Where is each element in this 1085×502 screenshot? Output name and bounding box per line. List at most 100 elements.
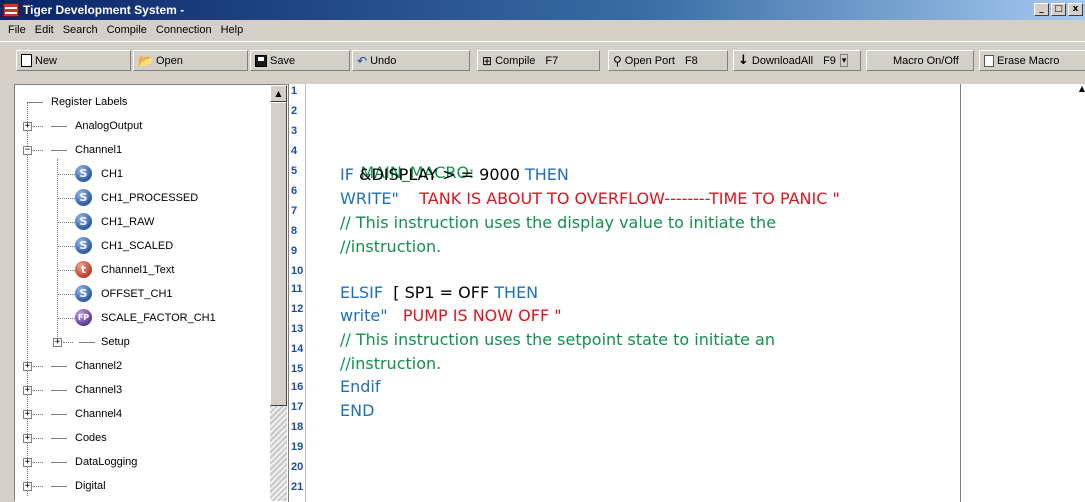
- minimize-button[interactable]: _: [1034, 3, 1049, 16]
- maximize-button[interactable]: □: [1051, 3, 1066, 16]
- save-button[interactable]: Save: [250, 50, 350, 71]
- tree-item-ch1-processed[interactable]: CH1_PROCESSED: [101, 188, 198, 208]
- tree-item-ch1-raw[interactable]: CH1_RAW: [101, 212, 154, 232]
- fp-register-icon: FP: [75, 309, 92, 326]
- open-button[interactable]: 📂 Open: [133, 50, 248, 71]
- expand-plus-icon[interactable]: +: [23, 362, 32, 371]
- erase-macro-icon: [984, 54, 994, 67]
- line-number: 16: [291, 381, 304, 393]
- new-button[interactable]: New: [16, 50, 131, 71]
- s-register-icon: S: [75, 285, 92, 302]
- line-number: 12: [291, 303, 304, 315]
- download-dropdown-arrow[interactable]: ▾: [839, 54, 849, 67]
- expand-plus-icon[interactable]: +: [23, 386, 32, 395]
- s-register-icon: S: [75, 189, 92, 206]
- scrollbar-track[interactable]: [270, 406, 287, 501]
- expand-plus-icon[interactable]: +: [23, 482, 32, 491]
- line-number: 5: [291, 165, 298, 177]
- register-tree-panel: Register Labels + AnalogOutput − Channel…: [14, 84, 288, 502]
- tree-item-channel3[interactable]: Channel3: [75, 380, 122, 400]
- compile-button[interactable]: ⊞ Compile F7: [477, 50, 600, 71]
- line-number: 14: [291, 343, 304, 355]
- tree-item-ch1-scaled[interactable]: CH1_SCALED: [101, 236, 173, 256]
- tree-item-offset-ch1[interactable]: OFFSET_CH1: [101, 284, 173, 304]
- scroll-up-arrow-icon[interactable]: ▲: [270, 85, 287, 102]
- line-number: 2: [291, 105, 298, 117]
- scroll-up-arrow-icon[interactable]: ▲: [1073, 84, 1085, 96]
- tree-item-codes[interactable]: Codes: [75, 428, 107, 448]
- menu-bar: File Edit Search Compile Connection Help: [0, 20, 1085, 40]
- code-comment: //instruction.: [340, 354, 442, 373]
- code-line: ELSIF [ SP1 = OFF THEN: [340, 283, 539, 302]
- register-tree: Register Labels + AnalogOutput − Channel…: [15, 85, 270, 501]
- s-register-icon: S: [75, 213, 92, 230]
- tree-item-channel1-text[interactable]: Channel1_Text: [101, 260, 174, 280]
- app-icon: [3, 3, 19, 17]
- line-number: 1: [291, 85, 298, 97]
- tree-vertical-scrollbar[interactable]: ▲: [270, 85, 287, 501]
- collapse-minus-icon[interactable]: −: [23, 146, 32, 155]
- window-controls: _ □ x: [1034, 3, 1083, 16]
- open-folder-icon: 📂: [138, 53, 153, 68]
- menu-file[interactable]: File: [4, 24, 31, 36]
- t-text-register-icon: t: [75, 261, 92, 278]
- line-number: 21: [291, 481, 304, 493]
- menu-help[interactable]: Help: [217, 24, 249, 36]
- tree-item-datalogging[interactable]: DataLogging: [75, 452, 137, 472]
- toolbar: New 📂 Open Save ↶ Undo ⊞ Compile F7 ⚲ Op…: [0, 41, 1085, 77]
- tree-item-scale-factor-ch1[interactable]: SCALE_FACTOR_CH1: [101, 308, 216, 328]
- editor-right-margin: [960, 84, 961, 502]
- line-number: 18: [291, 421, 304, 433]
- code-comment: // This instruction uses the setpoint st…: [340, 330, 775, 349]
- line-number: 13: [291, 323, 304, 335]
- line-number: 7: [291, 205, 298, 217]
- tree-root-register-labels[interactable]: Register Labels: [51, 92, 127, 112]
- expand-plus-icon[interactable]: +: [23, 458, 32, 467]
- line-number: 10: [291, 265, 304, 277]
- line-number-gutter: 1 2 3 4 5 6 7 8 9 10 11 12 13 14 15 16 1…: [289, 84, 306, 502]
- menu-search[interactable]: Search: [59, 24, 103, 36]
- erase-macro-button[interactable]: Erase Macro: [979, 50, 1085, 71]
- code-line: END: [340, 401, 375, 420]
- code-editor[interactable]: 1 2 3 4 5 6 7 8 9 10 11 12 13 14 15 16 1…: [288, 84, 1085, 502]
- tree-item-channel1[interactable]: Channel1: [75, 140, 122, 160]
- line-number: 20: [291, 461, 304, 473]
- expand-plus-icon[interactable]: +: [23, 410, 32, 419]
- download-all-button[interactable]: ↓ DownloadAll F9 ▾: [733, 50, 861, 71]
- undo-button[interactable]: ↶ Undo: [352, 50, 470, 71]
- save-disk-icon: [255, 54, 267, 67]
- menu-compile[interactable]: Compile: [103, 24, 152, 36]
- tree-item-analogoutput[interactable]: AnalogOutput: [75, 116, 142, 136]
- code-comment: // This instruction uses the display val…: [340, 213, 777, 232]
- code-line: write" PUMP IS NOW OFF ": [340, 306, 562, 325]
- expand-plus-icon[interactable]: +: [23, 122, 32, 131]
- code-line: Endif: [340, 377, 381, 396]
- tree-dash: [27, 102, 43, 103]
- scrollbar-thumb[interactable]: [270, 102, 287, 406]
- expand-plus-icon[interactable]: +: [53, 338, 62, 347]
- line-number: 9: [291, 245, 298, 257]
- download-arrow-icon: ↓: [738, 53, 749, 68]
- line-number: 6: [291, 185, 298, 197]
- s-register-icon: S: [75, 237, 92, 254]
- open-port-icon: ⚲: [613, 53, 622, 68]
- title-bar: Tiger Development System - _ □ x: [0, 0, 1085, 20]
- code-comment: //instruction.: [340, 237, 442, 256]
- expand-plus-icon[interactable]: +: [23, 434, 32, 443]
- tree-item-ch1[interactable]: CH1: [101, 164, 123, 184]
- tree-item-digital[interactable]: Digital: [75, 476, 106, 496]
- compile-icon: ⊞: [482, 53, 493, 68]
- tree-item-channel4[interactable]: Channel4: [75, 404, 122, 424]
- open-port-button[interactable]: ⚲ Open Port F8: [608, 50, 728, 71]
- close-button[interactable]: x: [1068, 3, 1083, 16]
- window-title: Tiger Development System -: [23, 3, 185, 17]
- s-register-icon: S: [75, 165, 92, 182]
- macro-on-off-button[interactable]: Macro On/Off: [866, 50, 974, 71]
- menu-connection[interactable]: Connection: [152, 24, 217, 36]
- menu-edit[interactable]: Edit: [31, 24, 59, 36]
- line-number: 3: [291, 125, 298, 137]
- line-number: 17: [291, 401, 304, 413]
- tree-item-setup[interactable]: Setup: [101, 332, 130, 352]
- code-line: WRITE" TANK IS ABOUT TO OVERFLOW--------…: [340, 189, 840, 208]
- tree-item-channel2[interactable]: Channel2: [75, 356, 122, 376]
